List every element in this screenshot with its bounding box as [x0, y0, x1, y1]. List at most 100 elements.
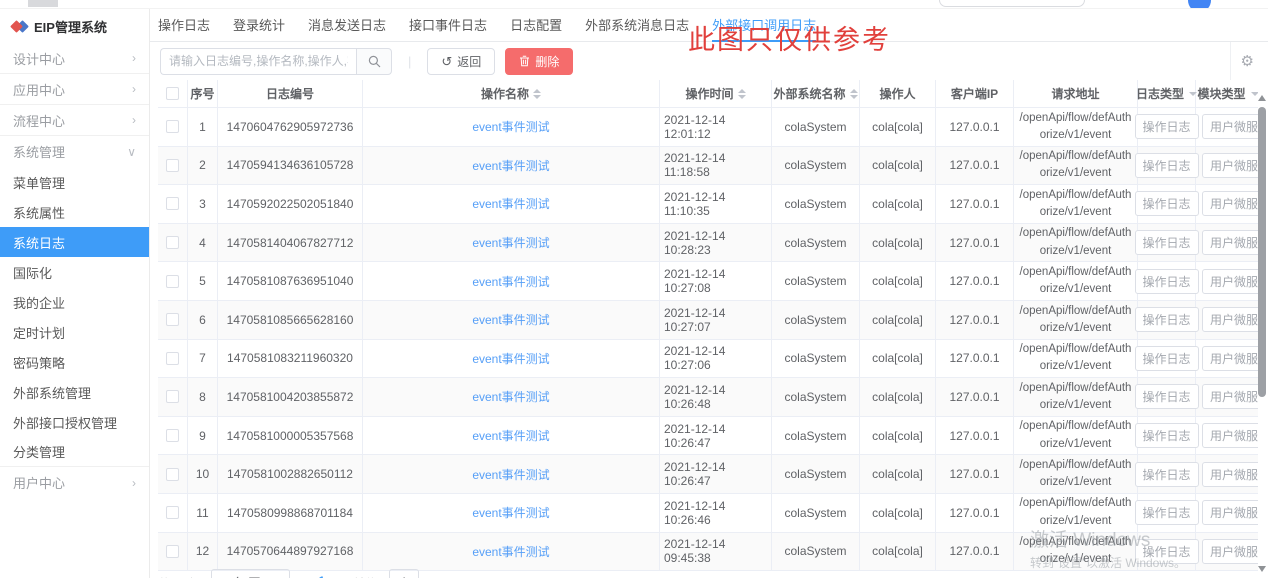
log-type-tag[interactable]: 操作日志 [1135, 500, 1199, 525]
module-type-tag[interactable]: 用户微服务 [1202, 500, 1258, 525]
tab[interactable]: 登录统计 [233, 9, 285, 42]
operation-name-link[interactable]: event事件测试 [472, 427, 549, 444]
log-type-tag[interactable]: 操作日志 [1135, 230, 1199, 255]
vertical-scrollbar[interactable] [1257, 95, 1267, 572]
sidebar-item[interactable]: 密码策略 [0, 347, 149, 377]
sidebar-item[interactable]: 外部接口授权管理 [0, 407, 149, 437]
row-checkbox[interactable] [166, 352, 179, 365]
tab[interactable]: 消息发送日志 [308, 9, 386, 42]
module-type-tag[interactable]: 用户微服务 [1202, 307, 1258, 332]
module-type-tag[interactable]: 用户微服务 [1202, 230, 1258, 255]
current-page[interactable]: 1 [318, 569, 325, 578]
module-type-tag[interactable]: 用户微服务 [1202, 462, 1258, 487]
tab-bar: 操作日志登录统计消息发送日志接口事件日志日志配置外部系统消息日志外部接口调用日志 [150, 9, 1268, 42]
tab[interactable]: 操作日志 [158, 9, 210, 42]
gear-icon[interactable]: ⚙ [1241, 54, 1254, 69]
module-type-tag[interactable]: 用户微服务 [1202, 423, 1258, 448]
page-size-select[interactable]: 50条/页 [211, 569, 291, 578]
operation-name-link[interactable]: event事件测试 [472, 388, 549, 405]
sidebar-item[interactable]: 定时计划 [0, 317, 149, 347]
delete-button[interactable]: 删除 [505, 48, 573, 75]
row-checkbox[interactable] [166, 390, 179, 403]
module-type-tag[interactable]: 用户微服务 [1202, 384, 1258, 409]
log-type-tag[interactable]: 操作日志 [1135, 462, 1199, 487]
sidebar-item[interactable]: 系统属性 [0, 197, 149, 227]
sidebar-item[interactable]: 系统日志 [0, 227, 149, 257]
col-operation-name[interactable]: 操作名称 [363, 80, 660, 107]
row-checkbox[interactable] [166, 197, 179, 210]
row-checkbox[interactable] [166, 313, 179, 326]
module-type-tag[interactable]: 用户微服务 [1202, 346, 1258, 371]
operation-name-link[interactable]: event事件测试 [472, 504, 549, 521]
module-type-tag[interactable]: 用户微服务 [1202, 114, 1258, 139]
row-checkbox[interactable] [166, 468, 179, 481]
col-external-system[interactable]: 外部系统名称 [772, 80, 860, 107]
search-button[interactable] [356, 48, 392, 75]
operation-name-link[interactable]: event事件测试 [472, 543, 549, 560]
prev-page-button[interactable]: ‹ [302, 569, 306, 578]
cell-time: 2021-12-14 10:28:23 [660, 224, 772, 262]
log-type-tag[interactable]: 操作日志 [1135, 114, 1199, 139]
sidebar-item[interactable]: 国际化 [0, 257, 149, 287]
log-type-tag[interactable]: 操作日志 [1135, 269, 1199, 294]
goto-page-input[interactable]: 1 [389, 569, 419, 578]
operation-name-link[interactable]: event事件测试 [472, 466, 549, 483]
operation-name-link[interactable]: event事件测试 [472, 157, 549, 174]
module-type-tag[interactable]: 用户微服务 [1202, 153, 1258, 178]
scroll-up-icon[interactable] [1258, 95, 1266, 101]
row-checkbox[interactable] [166, 429, 179, 442]
sort-icon[interactable] [850, 89, 858, 99]
row-checkbox[interactable] [166, 236, 179, 249]
row-checkbox[interactable] [166, 275, 179, 288]
operation-name-link[interactable]: event事件测试 [472, 118, 549, 135]
row-checkbox[interactable] [166, 120, 179, 133]
sidebar-item[interactable]: 流程中心 › [0, 105, 149, 136]
sidebar-item[interactable]: 分类管理 [0, 437, 149, 467]
sidebar-item[interactable]: 菜单管理 [0, 167, 149, 197]
sidebar-item[interactable]: 应用中心 › [0, 74, 149, 105]
cell-operator: cola[cola] [860, 455, 936, 493]
select-all-checkbox[interactable] [166, 87, 179, 100]
tab[interactable]: 接口事件日志 [409, 9, 487, 42]
operation-name-link[interactable]: event事件测试 [472, 234, 549, 251]
col-operation-time[interactable]: 操作时间 [660, 80, 772, 107]
tab[interactable]: 外部系统消息日志 [585, 9, 689, 42]
sidebar-item[interactable]: 设计中心 › [0, 43, 149, 74]
operation-name-link[interactable]: event事件测试 [472, 311, 549, 328]
scroll-down-icon[interactable] [1258, 566, 1266, 572]
log-type-tag[interactable]: 操作日志 [1135, 307, 1199, 332]
log-type-tag[interactable]: 操作日志 [1135, 153, 1199, 178]
module-type-tag[interactable]: 用户微服务 [1202, 269, 1258, 294]
log-type-tag[interactable]: 操作日志 [1135, 423, 1199, 448]
module-type-tag[interactable]: 用户微服务 [1202, 191, 1258, 216]
operation-name-link[interactable]: event事件测试 [472, 350, 549, 367]
cell-seq: 2 [188, 147, 218, 185]
log-type-tag[interactable]: 操作日志 [1135, 191, 1199, 216]
cell-system: colaSystem [772, 185, 860, 223]
operation-name-link[interactable]: event事件测试 [472, 273, 549, 290]
sidebar-item-label: 用户中心 [13, 473, 65, 492]
col-operator: 操作人 [860, 80, 936, 107]
sidebar-item[interactable]: 用户中心 › [0, 467, 149, 498]
sidebar-item[interactable]: 系统管理 ∨ [0, 136, 149, 167]
row-checkbox[interactable] [166, 159, 179, 172]
scrollbar-thumb[interactable] [1258, 107, 1266, 397]
search-input[interactable] [160, 48, 356, 75]
log-type-tag[interactable]: 操作日志 [1135, 384, 1199, 409]
operation-name-link[interactable]: event事件测试 [472, 195, 549, 212]
sidebar-item[interactable]: 外部系统管理 [0, 377, 149, 407]
sidebar-item[interactable]: 我的企业 [0, 287, 149, 317]
sort-icon[interactable] [738, 89, 746, 99]
module-type-tag[interactable]: 用户微服务 [1202, 539, 1258, 564]
col-module-type[interactable]: 模块类型 [1196, 80, 1258, 107]
tab[interactable]: 日志配置 [510, 9, 562, 42]
col-log-type[interactable]: 日志类型 [1138, 80, 1196, 107]
sort-icon[interactable] [533, 89, 541, 99]
back-button[interactable]: ↺ 返回 [427, 48, 495, 75]
next-page-button[interactable]: › [337, 569, 341, 578]
row-checkbox[interactable] [166, 506, 179, 519]
row-checkbox[interactable] [166, 545, 179, 558]
tab[interactable]: 外部接口调用日志 [712, 9, 816, 42]
log-type-tag[interactable]: 操作日志 [1135, 346, 1199, 371]
log-type-tag[interactable]: 操作日志 [1135, 539, 1199, 564]
